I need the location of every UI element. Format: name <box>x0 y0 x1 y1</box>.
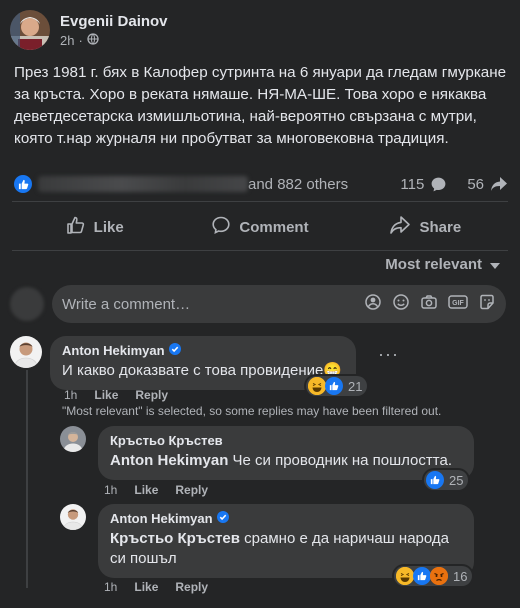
reply-like-button[interactable]: Like <box>134 483 158 497</box>
comment-item: Anton Hekimyan И какво доказвате с това … <box>10 336 356 390</box>
composer-tools: GIF <box>364 293 496 316</box>
reactions-others[interactable]: and 882 others <box>248 176 348 193</box>
comments-count[interactable]: 115 <box>400 176 424 193</box>
shares-count[interactable]: 56 <box>467 176 484 193</box>
filter-notice: "Most relevant" is selected, so some rep… <box>62 404 442 418</box>
comment-input[interactable]: Write a comment… GIF <box>52 285 506 323</box>
current-user-avatar <box>10 287 44 321</box>
comment-sort-dropdown[interactable]: Most relevant <box>385 256 500 273</box>
comment-placeholder: Write a comment… <box>62 295 191 313</box>
reply-author-avatar[interactable] <box>60 504 86 530</box>
like-reaction-icon[interactable] <box>14 175 32 193</box>
avatar-sticker-icon[interactable] <box>364 293 382 316</box>
share-label: Share <box>419 218 462 236</box>
reply-actions: 1h Like Reply <box>104 580 208 594</box>
author-name[interactable]: Evgenii Dainov <box>60 13 168 30</box>
like-reaction-icon <box>325 377 343 395</box>
more-options-icon[interactable]: ··· <box>378 344 399 365</box>
comment-actions: 1h Like Reply <box>64 388 168 402</box>
comment-text: И какво доказвате с това провидение😁 <box>62 362 343 379</box>
comment-composer: Write a comment… GIF <box>10 284 506 324</box>
post-text: През 1981 г. бях в Калофер сутринта на 6… <box>14 64 507 147</box>
author-avatar[interactable] <box>10 10 50 50</box>
reactions-summary: and 882 others 115 56 <box>14 174 508 194</box>
angry-reaction-icon <box>430 567 448 585</box>
share-button[interactable]: Share <box>343 207 508 247</box>
post-header: Evgenii Dainov 2h · <box>10 8 168 52</box>
reply-mention[interactable]: Anton Hekimyan <box>110 452 228 469</box>
share-icon <box>389 215 411 239</box>
reply-author-name[interactable]: Anton Hekimyan <box>110 511 213 526</box>
reply-author-avatar[interactable] <box>60 426 86 452</box>
svg-text:GIF: GIF <box>452 300 464 307</box>
reply-author: Anton Hekimyan <box>110 511 462 526</box>
reply-reactions[interactable]: 25 <box>424 470 469 490</box>
globe-icon <box>87 32 99 48</box>
comment-author: Anton Hekimyan <box>62 343 344 358</box>
reply-like-button[interactable]: Like <box>134 580 158 594</box>
reply-author: Кръстьо Кръстев <box>110 433 462 448</box>
comment-bubble-icon <box>430 176 447 193</box>
comment-button[interactable]: Comment <box>177 207 342 247</box>
gif-icon[interactable]: GIF <box>448 294 468 315</box>
reply-reply-button[interactable]: Reply <box>175 483 208 497</box>
like-label: Like <box>93 218 124 236</box>
caret-down-icon <box>490 256 500 273</box>
share-arrow-icon <box>490 176 508 192</box>
reply-text: Anton Hekimyan Че си проводник на пошлос… <box>110 451 462 471</box>
sort-label: Most relevant <box>385 256 482 273</box>
comment-time[interactable]: 1h <box>64 388 77 402</box>
comment-like-button[interactable]: Like <box>94 388 118 402</box>
comment-label: Comment <box>239 218 309 236</box>
reply-author-name[interactable]: Кръстьо Кръстев <box>110 433 223 448</box>
reply-time[interactable]: 1h <box>104 580 117 594</box>
sticker-icon[interactable] <box>478 293 496 316</box>
like-reaction-icon <box>413 567 431 585</box>
thumbs-up-icon <box>66 215 86 239</box>
haha-reaction-icon <box>396 567 414 585</box>
reply-reaction-count: 25 <box>449 472 464 488</box>
verified-badge-icon <box>168 343 181 358</box>
comment-reaction-count: 21 <box>348 378 363 394</box>
emoji-icon[interactable] <box>392 293 410 316</box>
camera-icon[interactable] <box>420 293 438 316</box>
engagement-counts: 115 56 <box>400 176 508 193</box>
divider <box>12 201 508 202</box>
reply-time[interactable]: 1h <box>104 483 117 497</box>
post-time[interactable]: 2h <box>60 33 74 48</box>
reply-reaction-count: 16 <box>453 568 468 584</box>
thread-line <box>26 370 28 588</box>
comment-reply-button[interactable]: Reply <box>135 388 168 402</box>
reply-bubble: Кръстьо Кръстев Anton Hekimyan Че си про… <box>98 426 474 480</box>
reply-reactions[interactable]: 16 <box>394 566 473 586</box>
reply-item: Кръстьо Кръстев Anton Hekimyan Че си про… <box>60 426 474 480</box>
like-button[interactable]: Like <box>12 207 177 247</box>
haha-reaction-icon <box>308 377 326 395</box>
reply-mention[interactable]: Кръстьо Кръстев <box>110 530 240 547</box>
reply-text: Кръстьо Кръстев срамно е да наричаш наро… <box>110 529 462 569</box>
like-reaction-icon <box>426 471 444 489</box>
reactor-names-blurred[interactable] <box>38 176 248 192</box>
reply-actions: 1h Like Reply <box>104 483 208 497</box>
divider <box>12 250 508 251</box>
reply-reply-button[interactable]: Reply <box>175 580 208 594</box>
comment-icon <box>211 215 231 239</box>
comment-author-name[interactable]: Anton Hekimyan <box>62 343 165 358</box>
commenter-avatar[interactable] <box>10 336 42 368</box>
verified-badge-icon <box>216 511 229 526</box>
reply-body: Че си проводник на пошлостта. <box>228 452 452 469</box>
post-meta: 2h · <box>60 33 168 48</box>
post-actions: Like Comment Share <box>12 207 508 247</box>
comment-reactions[interactable]: 21 <box>306 376 368 396</box>
